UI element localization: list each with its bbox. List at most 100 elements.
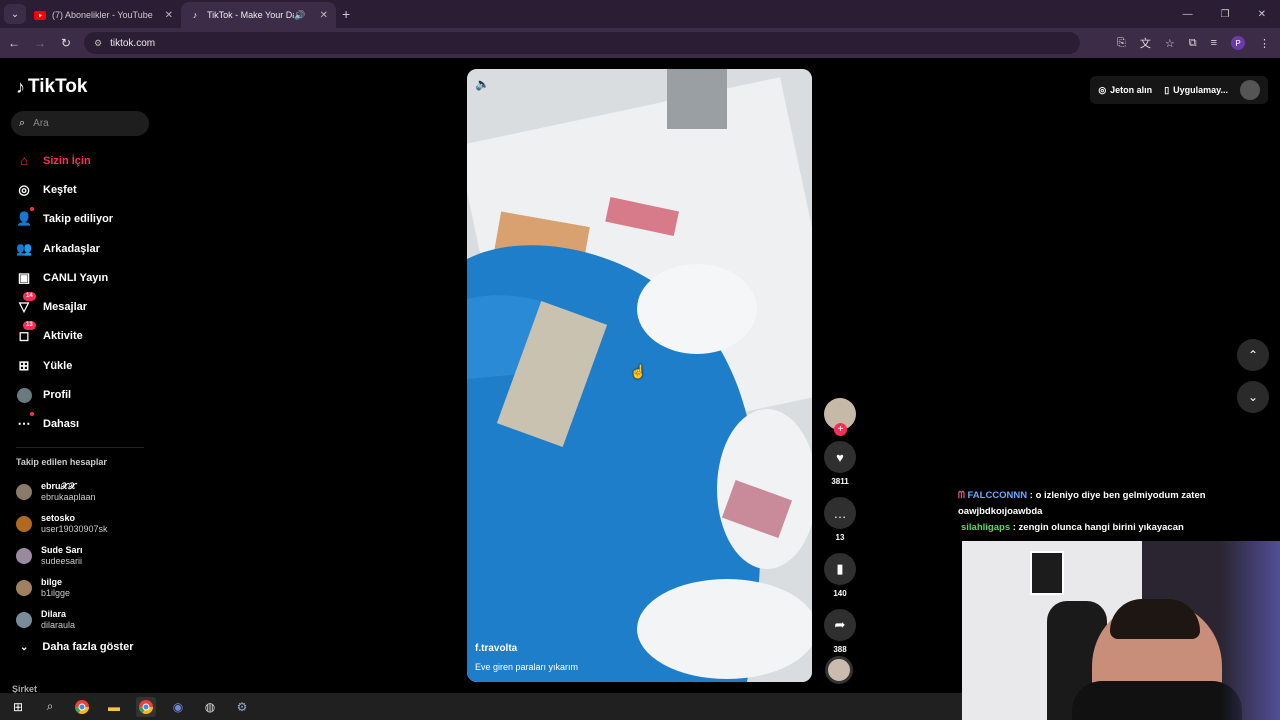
chat-badge-icon: ᗰ: [958, 490, 965, 501]
close-icon[interactable]: ✕: [165, 10, 173, 21]
get-app-button[interactable]: ▯ Uygulamay...: [1164, 85, 1228, 96]
tab-tiktok[interactable]: ♪ TikTok - Make Your Day 🔊 ✕: [181, 2, 336, 28]
sidebar-divider: [16, 447, 144, 448]
profile-avatar[interactable]: P: [1231, 36, 1245, 50]
steam-icon[interactable]: ⚙: [232, 697, 252, 717]
kebab-menu-icon[interactable]: ⋮: [1259, 37, 1270, 50]
get-app-label: Uygulamay...: [1173, 85, 1228, 95]
site-info-icon[interactable]: ⚙: [94, 38, 102, 49]
following-list: ebru𝒳𝒳 ebrukaaplaan setosko user19030907sk…: [16, 476, 108, 636]
previous-video-button[interactable]: ⌃: [1237, 339, 1269, 371]
sidebar-item-messages[interactable]: ▽ 14 Mesajlar: [16, 292, 113, 321]
user-avatar[interactable]: [1240, 80, 1260, 100]
get-coins-button[interactable]: ◎ Jeton alın: [1098, 85, 1152, 96]
notification-dot: [30, 412, 34, 417]
sidebar-item-more[interactable]: ⋯ Dahası: [16, 410, 113, 439]
show-more-label: Daha fazla göster: [42, 641, 134, 653]
file-explorer-icon[interactable]: ▬: [104, 697, 124, 717]
chevron-down-icon: ⌄: [10, 8, 20, 20]
chevron-down-icon: ⌄: [20, 641, 29, 653]
tab-search-button[interactable]: ⌄: [4, 4, 26, 24]
coin-icon: ◎: [1098, 84, 1107, 95]
search-icon[interactable]: ⌕: [40, 697, 60, 717]
profile-icon: [16, 387, 32, 404]
sidebar-item-activity[interactable]: ◻ 13 Aktivite: [16, 321, 113, 351]
new-tab-button[interactable]: +: [342, 6, 350, 22]
url-input[interactable]: ⚙ tiktok.com: [84, 32, 1080, 54]
search-input[interactable]: ⌕ Ara: [11, 111, 149, 136]
sidebar-item-profile[interactable]: Profil: [16, 380, 113, 409]
forward-icon[interactable]: →: [28, 36, 52, 50]
following-item[interactable]: Dilara dilaraula: [16, 604, 108, 636]
obs-icon[interactable]: ◍: [200, 697, 220, 717]
sidebar-item-live[interactable]: ▣ CANLI Yayın: [16, 263, 113, 292]
tiktok-logo[interactable]: ♪ TikTok: [16, 76, 87, 98]
translate-icon[interactable]: 文: [1140, 35, 1151, 51]
webcam-poster: [1030, 551, 1064, 595]
reload-icon[interactable]: ↻: [54, 36, 78, 50]
share-action[interactable]: ➦ 388: [822, 609, 858, 654]
back-icon[interactable]: ←: [2, 36, 26, 50]
restore-icon[interactable]: ❐: [1221, 9, 1230, 20]
avatar: [16, 612, 32, 628]
windows-start-icon[interactable]: ⊞: [8, 697, 28, 717]
account-username: user19030907sk: [41, 524, 108, 534]
like-action[interactable]: ♥ 3811: [822, 441, 858, 486]
following-item[interactable]: Sude Sarı sudeesarii: [16, 540, 108, 572]
minimize-icon[interactable]: —: [1183, 9, 1193, 20]
comment-action[interactable]: … 13: [822, 497, 858, 542]
browser-toolbar: ⎘ 文 ☆ ⧉ ≡ P ⋮: [1117, 28, 1270, 58]
chevron-up-icon: ⌃: [1247, 348, 1259, 362]
avatar: [16, 484, 32, 500]
video-caption: Eve giren paraları yıkarım: [475, 662, 579, 672]
sidebar-item-label: Mesajlar: [43, 301, 88, 314]
creator-avatar[interactable]: +: [824, 398, 856, 436]
tab-youtube[interactable]: (7) Abonelikler - YouTube ✕: [26, 2, 181, 28]
following-item[interactable]: setosko user19030907sk: [16, 508, 108, 540]
sidebar-item-friends[interactable]: 👥 Arkadaşlar: [16, 234, 113, 263]
phone-icon: ▯: [1164, 84, 1170, 95]
volume-icon[interactable]: 🔈: [475, 77, 490, 91]
search-icon: ⌕: [19, 117, 26, 129]
chat-username: FALCCONNN: [967, 490, 1028, 501]
chat-message: ᗰ FALCCONNN : o izleniyo diye ben gelmiy…: [958, 488, 1278, 520]
mouse-cursor-icon: ☝: [630, 364, 647, 379]
close-icon[interactable]: ✕: [320, 10, 328, 21]
youtube-icon: [34, 9, 46, 21]
save-action[interactable]: ▮ 140: [822, 553, 858, 598]
following-item[interactable]: ebru𝒳𝒳 ebrukaaplaan: [16, 476, 108, 508]
bookmark-icon[interactable]: ▮: [824, 553, 856, 585]
media-icon[interactable]: ≡: [1211, 37, 1217, 49]
account-username: b1ilgge: [41, 588, 71, 598]
save-count: 140: [833, 589, 847, 598]
show-more-button[interactable]: ⌄ Daha fazla göster: [20, 641, 133, 653]
chrome-icon[interactable]: [72, 697, 92, 717]
sidebar-item-label: Aktivite: [43, 330, 83, 343]
sidebar-item-upload[interactable]: ⊞ Yükle: [16, 351, 113, 380]
speaker-icon[interactable]: 🔊: [294, 10, 305, 21]
chrome-active-icon[interactable]: [136, 696, 156, 717]
follow-plus-icon[interactable]: +: [834, 423, 847, 436]
following-item[interactable]: bilge b1ilgge: [16, 572, 108, 604]
install-icon[interactable]: ⎘: [1117, 37, 1126, 50]
chat-text: : zengin olunca hangi birini yıkayacan: [1012, 522, 1184, 533]
comment-icon[interactable]: …: [824, 497, 856, 529]
sidebar-item-following[interactable]: 👤 Takip ediliyor: [16, 205, 113, 234]
discord-icon[interactable]: ◉: [168, 697, 188, 717]
close-window-icon[interactable]: ✕: [1258, 9, 1266, 20]
music-disc-avatar[interactable]: [825, 656, 853, 684]
account-name: bilge: [41, 577, 63, 587]
sidebar-item-explore[interactable]: ◎ Keşfet: [16, 175, 113, 204]
share-icon[interactable]: ➦: [824, 609, 856, 641]
video-author[interactable]: f.travolta: [475, 643, 517, 654]
sidebar-item-label: Yükle: [43, 359, 73, 372]
sidebar-item-for-you[interactable]: ⌂ Sizin İçin: [16, 146, 113, 175]
account-username: sudeesarii: [41, 556, 83, 566]
share-count: 388: [833, 645, 847, 654]
next-video-button[interactable]: ⌄: [1237, 381, 1269, 413]
bookmark-star-icon[interactable]: ☆: [1165, 37, 1175, 50]
heart-icon[interactable]: ♥: [824, 441, 856, 473]
extensions-icon[interactable]: ⧉: [1189, 37, 1197, 50]
activity-icon: ◻ 13: [16, 321, 36, 344]
windows-taskbar: ⊞ ⌕ ▬ ◉ ◍ ⚙: [0, 693, 962, 720]
